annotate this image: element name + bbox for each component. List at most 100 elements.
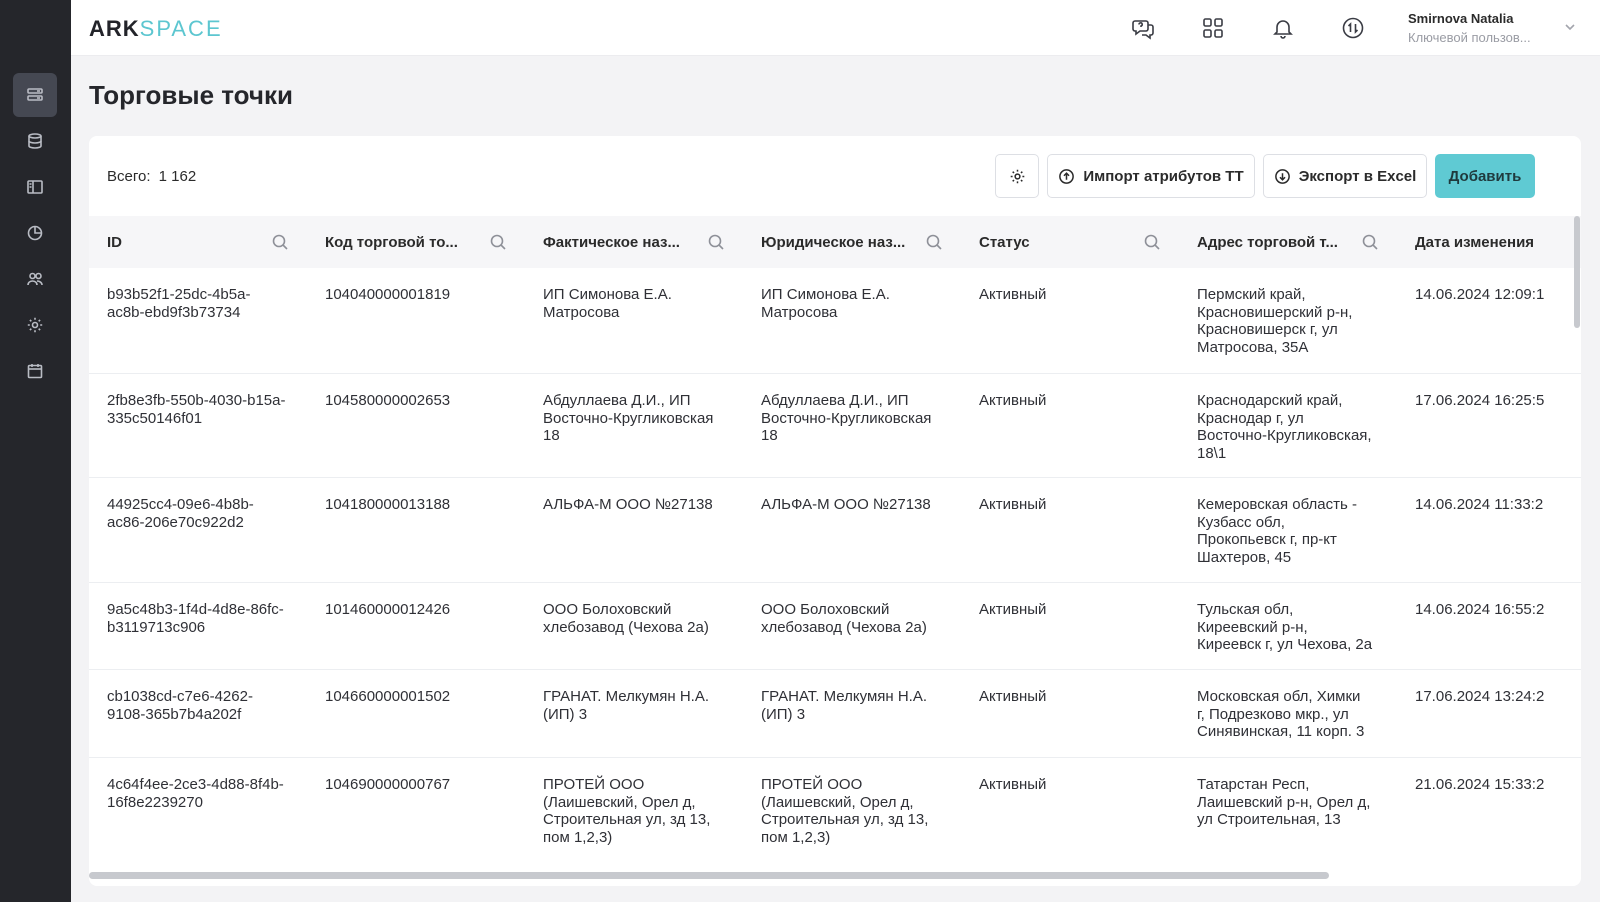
cell-actual-name: ИП Симонова Е.А. Матросова xyxy=(543,286,672,321)
sidebar-item-settings[interactable] xyxy=(13,303,57,347)
export-button-label: Экспорт в Excel xyxy=(1298,167,1417,185)
sidebar-item-catalog[interactable] xyxy=(13,165,57,209)
sidebar-item-users[interactable] xyxy=(13,257,57,301)
sync-icon xyxy=(1342,17,1364,39)
sync-button[interactable] xyxy=(1339,14,1367,42)
user-menu[interactable]: Smirnova Natalia Ключевой пользов... xyxy=(1408,11,1531,45)
chat-help-icon xyxy=(1132,20,1154,40)
outlets-card: Всего: 1 162 Импорт атрибутов ТТ Экспорт… xyxy=(89,136,1581,886)
search-icon xyxy=(708,234,724,250)
calendar-icon xyxy=(27,364,43,379)
upload-icon xyxy=(1059,168,1075,184)
column-header-address[interactable]: Адрес торговой т... xyxy=(1197,216,1397,268)
export-excel-button[interactable]: Экспорт в Excel xyxy=(1263,154,1427,198)
column-header-code[interactable]: Код торговой то... xyxy=(325,216,525,268)
column-header-label: Юридическое наз... xyxy=(761,233,906,251)
search-icon xyxy=(926,234,942,250)
vertical-scrollbar[interactable] xyxy=(1574,216,1580,328)
column-search-button[interactable] xyxy=(925,233,943,251)
column-header-modified-date[interactable]: Дата изменения xyxy=(1415,216,1581,268)
cell-code: 101460000012426 xyxy=(325,601,451,618)
column-header-label: Статус xyxy=(979,233,1030,251)
column-header-id[interactable]: ID xyxy=(107,216,307,268)
users-icon xyxy=(27,272,43,286)
cell-actual-name: Абдуллаева Д.И., ИП Восточно-Кругликовск… xyxy=(543,392,714,445)
cell-legal-name: Абдуллаева Д.И., ИП Восточно-Кругликовск… xyxy=(761,392,932,445)
column-header-label: Фактическое наз... xyxy=(543,233,680,251)
search-icon xyxy=(1144,234,1160,250)
column-search-button[interactable] xyxy=(1143,233,1161,251)
cell-address: Тульская обл, Киреевский р-н, Киреевск г… xyxy=(1197,601,1373,654)
search-icon xyxy=(272,234,288,250)
table-row[interactable]: b93b52f1-25dc-4b5a- ac8b-ebd9f3b73734 10… xyxy=(89,268,1581,374)
column-search-button[interactable] xyxy=(271,233,289,251)
cell-status: Активный xyxy=(979,496,1047,513)
chevron-down-icon xyxy=(1565,24,1575,31)
cell-id: 9a5c48b3-1f4d-4d8e-86fc- b3119713c906 xyxy=(107,601,284,636)
add-button[interactable]: Добавить xyxy=(1435,154,1535,198)
column-header-status[interactable]: Статус xyxy=(979,216,1179,268)
column-search-button[interactable] xyxy=(707,233,725,251)
cell-address: Московская обл, Химки г, Подрезково мкр.… xyxy=(1197,688,1365,741)
cell-modified-date: 14.06.2024 12:09:1 xyxy=(1415,286,1545,303)
import-attributes-button[interactable]: Импорт атрибутов ТТ xyxy=(1047,154,1255,198)
logo-space: SPACE xyxy=(139,16,223,41)
column-header-label: Дата изменения xyxy=(1415,233,1535,251)
sidebar xyxy=(0,0,71,902)
cell-id: cb1038cd-c7e6-4262- 9108-365b7b4a202f xyxy=(107,688,253,723)
table-row[interactable]: 4c64f4ee-2ce3-4d88-8f4b- 16f8e2239270 10… xyxy=(89,758,1581,878)
sidebar-item-reports[interactable] xyxy=(13,211,57,255)
grid-icon xyxy=(1203,18,1223,38)
table-settings-button[interactable] xyxy=(995,154,1039,198)
sidebar-item-calendar[interactable] xyxy=(13,349,57,393)
cell-modified-date: 14.06.2024 16:55:2 xyxy=(1415,601,1545,618)
cell-id: 2fb8e3fb-550b-4030-b15a- 335c50146f01 xyxy=(107,392,286,427)
horizontal-scrollbar-track[interactable] xyxy=(89,872,1581,880)
cell-modified-date: 17.06.2024 16:25:5 xyxy=(1415,392,1545,409)
cell-code: 104180000013188 xyxy=(325,496,451,513)
cell-legal-name: ГРАНАТ. Мелкумян Н.А. (ИП) 3 xyxy=(761,688,928,723)
page-title: Торговые точки xyxy=(89,80,293,110)
apps-grid-button[interactable] xyxy=(1199,14,1227,42)
total-label: Всего: xyxy=(107,168,151,185)
cell-status: Активный xyxy=(979,688,1047,705)
table-row[interactable]: 2fb8e3fb-550b-4030-b15a- 335c50146f01 10… xyxy=(89,374,1581,478)
cell-legal-name: ООО Болоховский хлебозавод (Чехова 2а) xyxy=(761,601,927,636)
cell-actual-name: ПРОТЕЙ ООО (Лаишевский, Орел д, Строител… xyxy=(543,776,711,846)
column-header-label: Адрес торговой т... xyxy=(1197,233,1338,251)
user-name: Smirnova Natalia xyxy=(1408,11,1514,26)
cell-actual-name: АЛЬФА-М ООО №27138 xyxy=(543,496,713,513)
cell-id: 4c64f4ee-2ce3-4d88-8f4b- 16f8e2239270 xyxy=(107,776,284,811)
gear-icon xyxy=(1010,169,1024,183)
support-chat-button[interactable] xyxy=(1129,14,1157,42)
column-header-legal-name[interactable]: Юридическое наз... xyxy=(761,216,961,268)
table-row[interactable]: 9a5c48b3-1f4d-4d8e-86fc- b3119713c906 10… xyxy=(89,583,1581,670)
search-icon xyxy=(490,234,506,250)
cell-modified-date: 14.06.2024 11:33:2 xyxy=(1415,496,1544,513)
table-header: ID Код торговой то... Фактическое наз...… xyxy=(89,216,1581,268)
column-search-button[interactable] xyxy=(489,233,507,251)
table-row[interactable]: cb1038cd-c7e6-4262- 9108-365b7b4a202f 10… xyxy=(89,670,1581,758)
cell-status: Активный xyxy=(979,392,1047,409)
user-menu-toggle[interactable] xyxy=(1563,20,1577,34)
pie-chart-icon xyxy=(27,225,43,241)
total-value: 1 162 xyxy=(158,168,197,185)
cell-actual-name: ГРАНАТ. Мелкумян Н.А. (ИП) 3 xyxy=(543,688,710,723)
cell-code: 104690000000767 xyxy=(325,776,451,793)
table-row[interactable]: 44925cc4-09e6-4b8b- ac86-206e70c922d2 10… xyxy=(89,478,1581,583)
column-search-button[interactable] xyxy=(1361,233,1379,251)
catalog-icon xyxy=(27,180,43,194)
sidebar-item-database[interactable] xyxy=(13,119,57,163)
cell-address: Пермский край, Красновишерский р-н, Крас… xyxy=(1197,286,1353,356)
cell-id: 44925cc4-09e6-4b8b- ac86-206e70c922d2 xyxy=(107,496,254,531)
import-button-label: Импорт атрибутов ТТ xyxy=(1083,167,1244,185)
column-header-actual-name[interactable]: Фактическое наз... xyxy=(543,216,743,268)
sidebar-item-outlets[interactable] xyxy=(13,73,57,117)
list-icon xyxy=(27,88,43,101)
cell-legal-name: ПРОТЕЙ ООО (Лаишевский, Орел д, Строител… xyxy=(761,776,929,846)
logo[interactable]: ARKSPACE xyxy=(89,16,223,42)
logo-ark: ARK xyxy=(89,16,140,41)
table-body: b93b52f1-25dc-4b5a- ac8b-ebd9f3b73734 10… xyxy=(89,268,1581,878)
notifications-button[interactable] xyxy=(1269,14,1297,42)
horizontal-scrollbar[interactable] xyxy=(89,872,1329,879)
